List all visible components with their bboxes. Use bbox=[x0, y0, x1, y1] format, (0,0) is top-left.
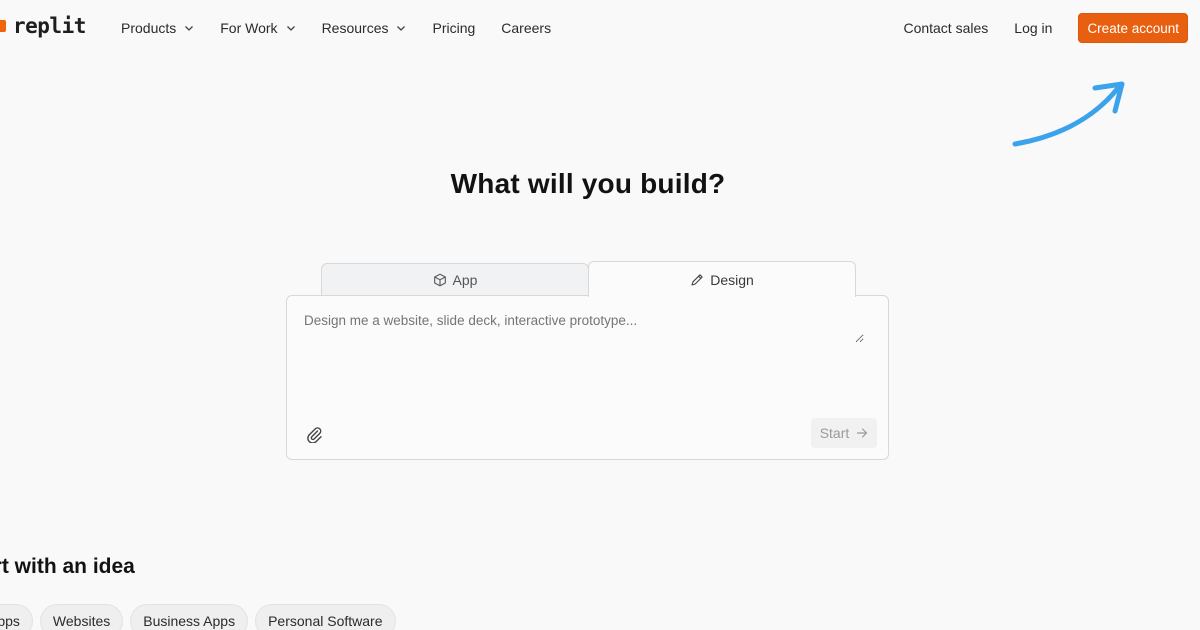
nav-careers[interactable]: Careers bbox=[488, 20, 564, 36]
nav-pricing[interactable]: Pricing bbox=[419, 20, 488, 36]
create-account-button[interactable]: Create account bbox=[1078, 13, 1188, 43]
paperclip-icon[interactable] bbox=[305, 425, 323, 443]
chip-websites[interactable]: Websites bbox=[39, 604, 124, 630]
tab-app-label: App bbox=[452, 271, 478, 288]
nav-products[interactable]: Products bbox=[108, 20, 207, 36]
nav-for-work-label: For Work bbox=[220, 20, 278, 36]
nav-resources[interactable]: Resources bbox=[309, 20, 420, 36]
prompt-input[interactable] bbox=[304, 313, 864, 343]
ideas-heading: art with an idea bbox=[0, 555, 135, 578]
hero-title: What will you build? bbox=[450, 168, 726, 199]
tab-app[interactable]: App bbox=[321, 263, 589, 295]
nav-careers-label: Careers bbox=[501, 20, 552, 36]
log-in-link[interactable]: Log in bbox=[1014, 20, 1052, 36]
replit-logo-text: replit bbox=[13, 14, 86, 38]
replit-logo[interactable]: replit bbox=[0, 14, 86, 38]
chip-apps[interactable]: Apps bbox=[0, 604, 33, 630]
nav-actions: Contact sales Log in Create account bbox=[903, 13, 1188, 43]
start-button[interactable]: Start bbox=[811, 418, 877, 448]
chevron-down-icon bbox=[286, 26, 295, 31]
pen-icon bbox=[691, 273, 703, 286]
nav-for-work[interactable]: For Work bbox=[207, 20, 308, 36]
nav-pricing-label: Pricing bbox=[432, 20, 476, 36]
chip-business-apps[interactable]: Business Apps bbox=[130, 604, 249, 630]
contact-sales-link[interactable]: Contact sales bbox=[903, 20, 988, 36]
nav-resources-label: Resources bbox=[321, 20, 389, 36]
prompt-card: Start bbox=[286, 295, 889, 460]
tab-design[interactable]: Design bbox=[588, 261, 856, 297]
tab-design-label: Design bbox=[710, 271, 754, 288]
cube-icon bbox=[433, 273, 446, 286]
replit-logo-mark bbox=[0, 20, 6, 32]
chip-personal-software[interactable]: Personal Software bbox=[255, 604, 396, 630]
nav-products-label: Products bbox=[121, 20, 177, 36]
top-navbar: replit Products For Work Resources Prici… bbox=[0, 0, 1200, 56]
arrow-right-icon bbox=[857, 428, 868, 438]
idea-chips: Apps Websites Business Apps Personal Sof… bbox=[0, 604, 396, 630]
curved-arrow-icon bbox=[1012, 81, 1125, 147]
main-nav: Products For Work Resources Pricing Care… bbox=[108, 0, 564, 56]
start-button-label: Start bbox=[819, 425, 850, 441]
chevron-down-icon bbox=[397, 26, 406, 31]
chevron-down-icon bbox=[185, 26, 194, 31]
